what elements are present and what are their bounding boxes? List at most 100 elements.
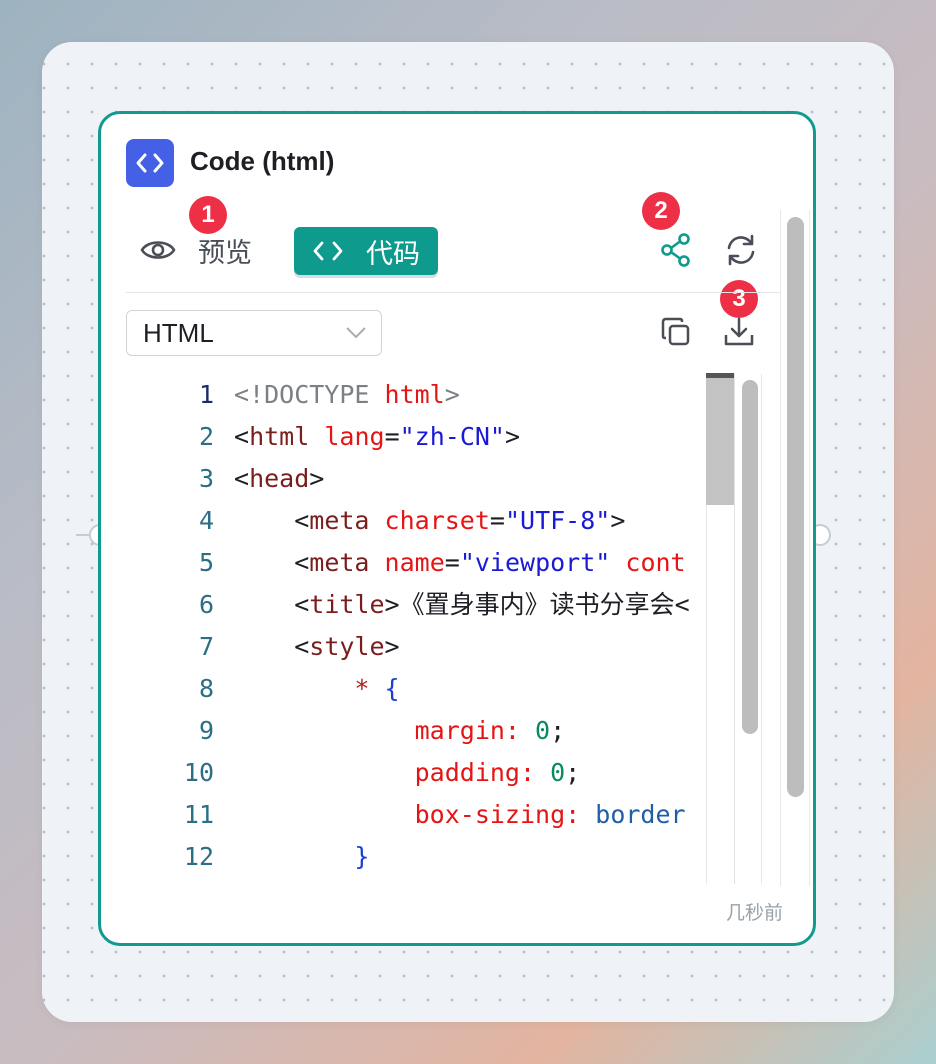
code-line[interactable]: 7 <style> [126, 626, 400, 668]
line-number: 4 [198, 506, 214, 535]
code-token: >《置身事内》读书分享会< [384, 590, 690, 619]
code-token: html [384, 380, 445, 409]
code-text: padding: 0; [234, 752, 581, 794]
code-token: > [444, 380, 460, 409]
code-token: cont [625, 548, 686, 577]
code-text: } [234, 836, 369, 878]
code-text: <head> [234, 458, 324, 500]
code-text: <meta charset="UTF-8"> [234, 500, 625, 542]
line-number: 7 [198, 632, 214, 661]
code-text: <title>《置身事内》读书分享会< [234, 584, 690, 626]
line-number: 11 [183, 800, 214, 829]
tab-code[interactable]: 代码 [294, 227, 438, 275]
line-number: 2 [198, 422, 214, 451]
code-line[interactable]: 1 <!DOCTYPE html> [126, 374, 460, 416]
eye-icon [140, 241, 176, 259]
code-line[interactable]: 8 * { [126, 668, 400, 710]
refresh-button[interactable] [720, 229, 762, 271]
code-token: ; [565, 758, 581, 787]
code-token: <!DOCTYPE [234, 380, 385, 409]
code-token: < [234, 632, 310, 661]
editor-vertical-scrollbar[interactable] [742, 380, 758, 734]
code-token: name [384, 548, 445, 577]
code-token: > [610, 506, 626, 535]
code-line[interactable]: 10 padding: 0; [126, 752, 580, 794]
panel-vertical-scrollbar[interactable] [787, 217, 804, 797]
step-badge-2: 2 [642, 192, 680, 230]
code-brackets-icon [313, 241, 343, 261]
code-token: < [234, 590, 310, 619]
code-token: = [384, 422, 400, 451]
code-token: * [354, 674, 370, 703]
download-button[interactable] [719, 312, 759, 352]
code-line[interactable]: 2 <html lang="zh-CN"> [126, 416, 520, 458]
line-number: 5 [198, 548, 214, 577]
line-number: 12 [183, 842, 214, 871]
toolbar-divider [126, 292, 780, 293]
download-icon [724, 317, 754, 346]
code-line[interactable]: 3 <head> [126, 458, 324, 500]
code-brackets-icon [126, 139, 174, 187]
code-token: meta [309, 506, 370, 535]
code-token: > [504, 422, 521, 451]
code-token: ; [550, 716, 566, 745]
code-token: margin: [414, 716, 520, 745]
code-token: } [354, 842, 370, 871]
code-token: "viewport" [459, 548, 611, 577]
tab-preview[interactable]: 预览 [140, 227, 252, 273]
editor-minimap-slider[interactable] [706, 373, 734, 505]
code-token: padding: [414, 758, 536, 787]
copy-button[interactable] [656, 312, 696, 352]
language-select-value: HTML [143, 317, 214, 348]
line-number: 8 [198, 674, 214, 703]
node-title: Code (html) [190, 146, 335, 176]
tab-code-label: 代码 [366, 238, 420, 269]
chevron-down-icon [346, 327, 366, 339]
code-text: <!DOCTYPE html> [234, 374, 460, 416]
language-select[interactable]: HTML [126, 310, 382, 356]
code-token: < [234, 506, 310, 535]
code-token: 0 [550, 758, 566, 787]
line-number: 10 [183, 758, 214, 787]
code-token: = [489, 506, 505, 535]
code-token: > [309, 464, 325, 493]
share-button[interactable] [656, 230, 696, 270]
code-token: style [309, 632, 385, 661]
line-number: 9 [198, 716, 214, 745]
code-line[interactable]: 5 <meta name="viewport" cont [126, 542, 686, 584]
editor-scrollbar-separator [734, 374, 735, 884]
code-text: <style> [234, 626, 399, 668]
code-token: { [384, 674, 400, 703]
code-editor[interactable]: 1 <!DOCTYPE html> 2 <html lang="zh-CN"> 3 <he… [126, 374, 736, 884]
code-line[interactable]: 4 <meta charset="UTF-8"> [126, 500, 625, 542]
code-line[interactable]: 6 <title>《置身事内》读书分享会< [126, 584, 690, 626]
code-token: = [444, 548, 460, 577]
tab-preview-label: 预览 [198, 237, 252, 268]
code-token: < [234, 548, 310, 577]
code-token: lang [324, 422, 385, 451]
code-line[interactable]: 11 box-sizing: border [126, 794, 686, 836]
line-number: 1 [198, 380, 214, 409]
code-token: meta [309, 548, 370, 577]
code-line[interactable]: 12 } [126, 836, 370, 878]
code-token: charset [384, 506, 490, 535]
timestamp: 几秒前 [726, 903, 784, 924]
line-number: 6 [198, 590, 214, 619]
code-token: "zh-CN" [399, 422, 505, 451]
code-token: html [249, 422, 310, 451]
step-badge-1: 1 [189, 196, 227, 234]
code-token: head [249, 464, 310, 493]
code-token: "UTF-8" [504, 506, 611, 535]
code-line[interactable]: 9 margin: 0; [126, 710, 565, 752]
line-number: 3 [198, 464, 214, 493]
